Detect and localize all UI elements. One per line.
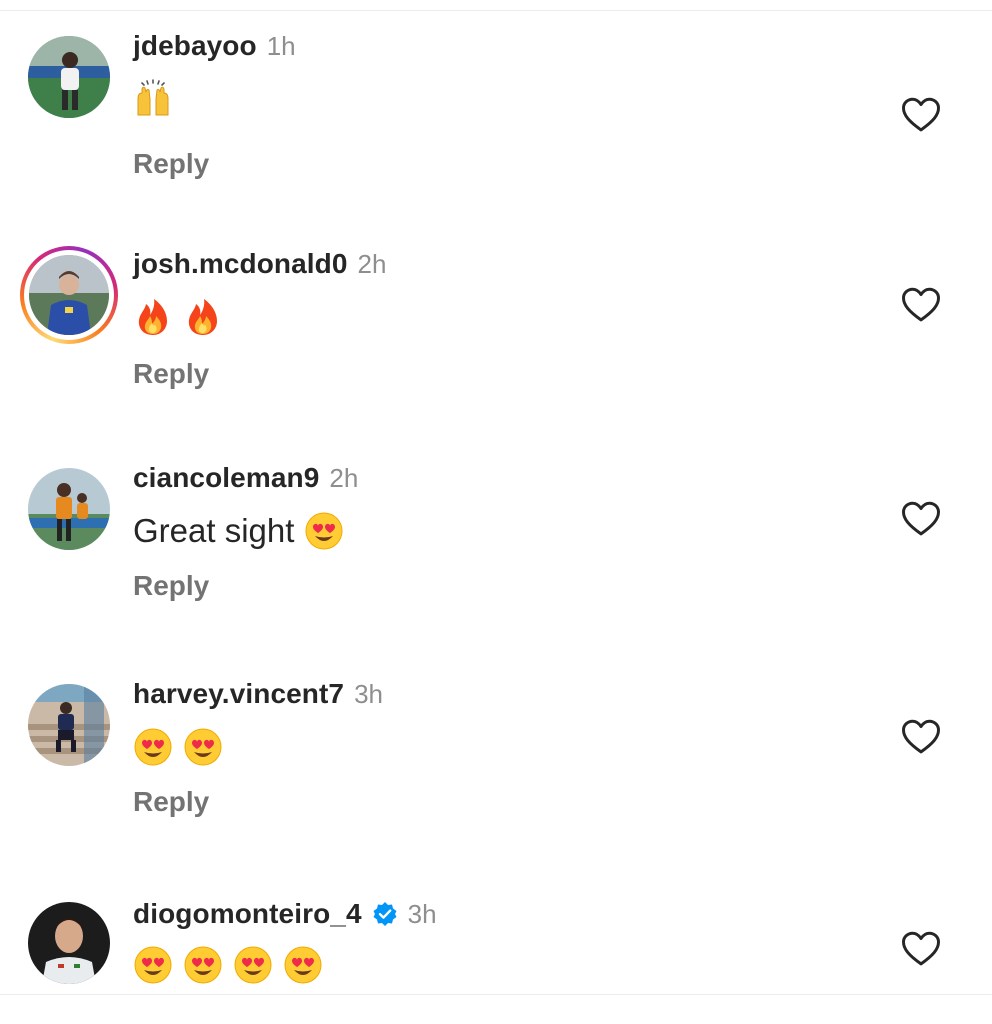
heart-eyes-emoji — [134, 946, 172, 984]
comment-body — [133, 294, 223, 340]
comment-username[interactable]: diogomonteiro_4 — [133, 898, 362, 930]
comment-body: Great sight — [133, 508, 344, 554]
heart-eyes-emoji — [305, 512, 343, 550]
heart-eyes-emoji — [184, 946, 222, 984]
comment-timestamp: 2h — [329, 462, 359, 493]
raised-hands-emoji — [137, 79, 169, 116]
comment-body — [133, 724, 223, 770]
avatar-photo — [29, 255, 109, 335]
like-heart-icon[interactable] — [900, 498, 942, 540]
top-divider — [0, 10, 992, 11]
like-heart-icon[interactable] — [900, 928, 942, 970]
fire-emoji — [138, 299, 167, 335]
reply-button[interactable]: Reply — [133, 148, 209, 180]
like-heart-icon[interactable] — [900, 716, 942, 758]
comment-username[interactable]: josh.mcdonald0 — [133, 248, 348, 280]
avatar-photo — [28, 468, 110, 550]
avatar-story-ring[interactable] — [20, 246, 118, 344]
heart-eyes-emoji — [184, 728, 222, 766]
heart-eyes-emoji — [284, 946, 322, 984]
comment-username[interactable]: ciancoleman9 — [133, 462, 319, 494]
comment-item: harvey.vincent7 3h Reply — [0, 676, 992, 876]
reply-button[interactable]: Reply — [133, 358, 209, 390]
comment-timestamp: 2h — [357, 248, 387, 279]
verified-badge-icon — [373, 902, 397, 926]
avatar[interactable] — [20, 28, 118, 126]
avatar-photo — [28, 902, 110, 984]
comment-timestamp: 3h — [354, 678, 384, 709]
comment-timestamp: 1h — [266, 30, 296, 61]
like-heart-icon[interactable] — [900, 94, 942, 136]
comment-username[interactable]: harvey.vincent7 — [133, 678, 344, 710]
comment-item: diogomonteiro_4 3h — [0, 894, 992, 990]
like-heart-icon[interactable] — [900, 284, 942, 326]
comment-body — [133, 942, 323, 988]
avatar[interactable] — [20, 460, 118, 558]
comment-item: josh.mcdonald0 2h Reply — [0, 246, 992, 446]
avatar-photo — [28, 36, 110, 118]
comment-username[interactable]: jdebayoo — [133, 30, 257, 62]
bottom-divider — [0, 994, 992, 995]
heart-eyes-emoji — [234, 946, 272, 984]
reply-button[interactable]: Reply — [133, 570, 209, 602]
reply-button[interactable]: Reply — [133, 786, 209, 818]
comment-item: jdebayoo 1h Reply — [0, 28, 992, 228]
comment-text: Great sight — [133, 512, 295, 549]
avatar[interactable] — [20, 676, 118, 774]
comment-timestamp: 3h — [407, 898, 437, 929]
comment-item: ciancoleman9 2h Great sight Reply — [0, 460, 992, 660]
heart-eyes-emoji — [134, 728, 172, 766]
avatar-photo — [28, 684, 110, 766]
comment-body — [133, 76, 173, 122]
fire-emoji — [188, 299, 217, 335]
avatar[interactable] — [20, 894, 118, 992]
